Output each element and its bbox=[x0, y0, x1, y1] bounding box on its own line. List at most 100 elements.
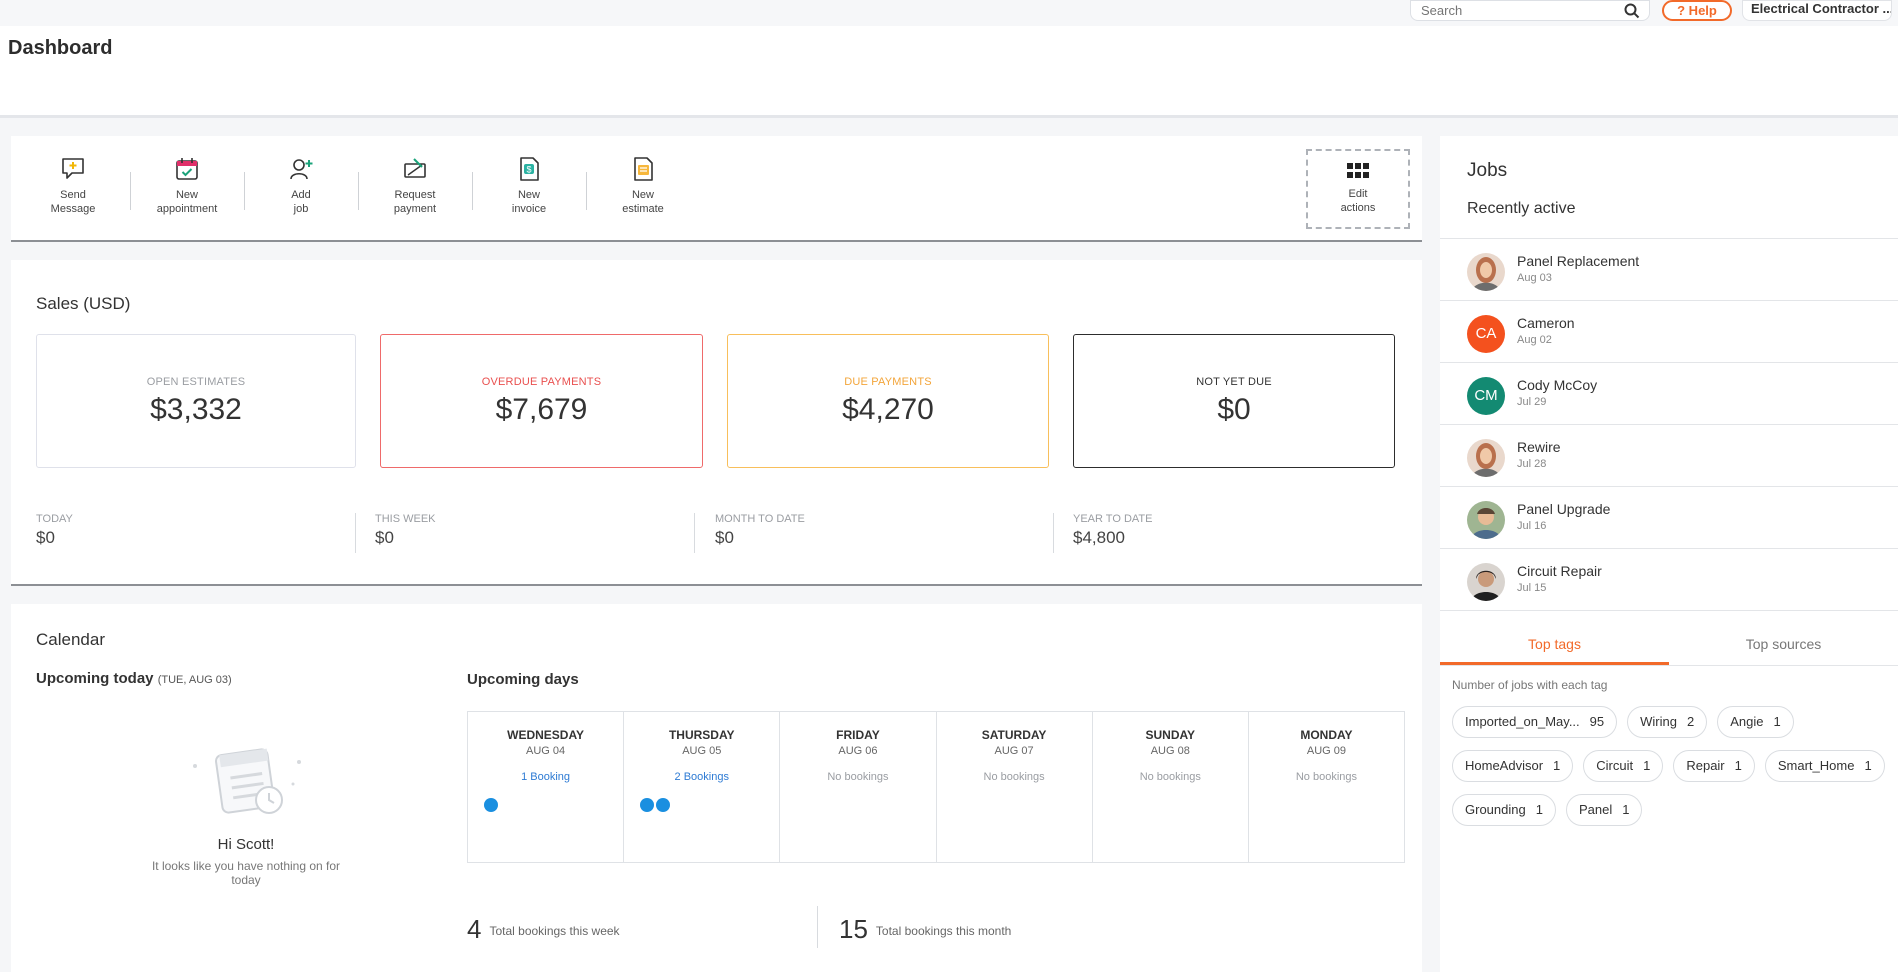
day-name: FRIDAY bbox=[836, 728, 880, 742]
top-bar: Dashboard ? Help Electrical Contractor .… bbox=[0, 0, 1898, 118]
month-total-count: 15 bbox=[839, 914, 868, 944]
message-icon bbox=[62, 158, 84, 179]
recently-active-title: Recently active bbox=[1467, 200, 1576, 217]
tag-chip[interactable]: Imported_on_May... 95 bbox=[1452, 706, 1618, 738]
avatar: CM bbox=[1467, 377, 1505, 415]
send-message-action[interactable]: Send Message bbox=[18, 156, 128, 216]
due-payments-card[interactable]: DUE PAYMENTS $4,270 bbox=[727, 334, 1049, 468]
day-date: AUG 05 bbox=[682, 745, 722, 757]
period-divider bbox=[1053, 513, 1054, 553]
day-column[interactable]: SUNDAY AUG 08 No bookings bbox=[1093, 712, 1249, 862]
person-photo-icon bbox=[1471, 508, 1501, 539]
tag-chip[interactable]: HomeAdvisor 1 bbox=[1452, 750, 1574, 782]
overdue-payments-card[interactable]: OVERDUE PAYMENTS $7,679 bbox=[380, 334, 703, 468]
tag-chip[interactable]: Angie 1 bbox=[1717, 706, 1794, 738]
tag-chip[interactable]: Wiring 2 bbox=[1627, 706, 1708, 738]
person-photo-icon bbox=[1472, 257, 1500, 291]
no-bookings-text: No bookings bbox=[1139, 771, 1201, 783]
new-estimate-action[interactable]: New estimate bbox=[588, 156, 698, 216]
stat-value: $4,270 bbox=[842, 393, 934, 426]
tab-top-sources[interactable]: Top sources bbox=[1669, 624, 1898, 665]
search-icon[interactable] bbox=[1623, 2, 1641, 20]
day-date: AUG 09 bbox=[1306, 745, 1347, 757]
new-invoice-action[interactable]: $ New invoice bbox=[474, 156, 584, 216]
booking-dot[interactable] bbox=[484, 798, 498, 812]
period-divider bbox=[355, 513, 356, 553]
calendar-panel: Calendar Upcoming today (TUE, AUG 03) Hi… bbox=[11, 604, 1422, 972]
sales-panel: Sales (USD) OPEN ESTIMATES $3,332 OVERDU… bbox=[11, 260, 1422, 586]
tag-count: 1 bbox=[1535, 802, 1543, 817]
tags-caption: Number of jobs with each tag bbox=[1452, 678, 1608, 692]
empty-calendar-icon bbox=[193, 748, 301, 814]
upcoming-today-label: Upcoming today bbox=[36, 670, 154, 687]
action-label: New estimate bbox=[622, 189, 664, 215]
tag-chip[interactable]: Panel 1 bbox=[1565, 794, 1643, 826]
today-date: (TUE, AUG 03) bbox=[157, 674, 232, 686]
day-name: SATURDAY bbox=[981, 728, 1047, 742]
job-date: Aug 03 bbox=[1517, 272, 1552, 284]
job-item[interactable]: CM Cody McCoy Jul 29 bbox=[1440, 363, 1898, 425]
tag-chip[interactable]: Grounding 1 bbox=[1452, 794, 1556, 826]
day-column[interactable]: FRIDAY AUG 06 No bookings bbox=[780, 712, 937, 862]
tag-name: Grounding bbox=[1465, 802, 1526, 817]
add-job-action[interactable]: Add job bbox=[246, 156, 356, 216]
bookings-link[interactable]: 2 Bookings bbox=[624, 771, 779, 783]
help-button[interactable]: ? Help bbox=[1662, 0, 1732, 21]
booking-dot[interactable] bbox=[640, 798, 655, 812]
stat-label: OVERDUE PAYMENTS bbox=[481, 376, 602, 388]
day-column[interactable]: WEDNESDAY AUG 04 1 Booking bbox=[468, 712, 625, 862]
day-name: SUNDAY bbox=[1145, 728, 1196, 742]
week-total-count: 4 bbox=[467, 914, 482, 944]
bookings-link[interactable]: 1 Booking bbox=[468, 771, 623, 783]
person-photo-icon bbox=[1472, 443, 1500, 477]
stat-label: NOT YET DUE bbox=[1196, 376, 1272, 388]
job-name: Panel Replacement bbox=[1517, 253, 1640, 269]
open-estimates-card[interactable]: OPEN ESTIMATES $3,332 bbox=[36, 334, 356, 468]
no-bookings-text: No bookings bbox=[1295, 771, 1358, 783]
account-menu-button[interactable]: Electrical Contractor ... bbox=[1742, 0, 1892, 21]
no-bookings-text: No bookings bbox=[983, 771, 1045, 783]
job-item[interactable]: Circuit Repair Jul 15 bbox=[1440, 549, 1898, 611]
tab-top-tags[interactable]: Top tags bbox=[1440, 624, 1669, 665]
new-appointment-action[interactable]: New appointment bbox=[132, 156, 242, 216]
job-item[interactable]: CA Cameron Aug 02 bbox=[1440, 301, 1898, 363]
tag-name: Smart_Home bbox=[1777, 758, 1855, 773]
job-item[interactable]: Panel Replacement Aug 03 bbox=[1440, 239, 1898, 301]
stat-value: $0 bbox=[1217, 393, 1251, 426]
booking-dots bbox=[640, 798, 671, 812]
stat-label: OPEN ESTIMATES bbox=[146, 376, 246, 388]
tag-count: 1 bbox=[1734, 758, 1742, 773]
job-date: Aug 02 bbox=[1517, 334, 1552, 346]
period-label: MONTH TO DATE bbox=[715, 513, 805, 525]
day-date: AUG 06 bbox=[838, 745, 878, 757]
period-label: TODAY bbox=[36, 513, 73, 525]
job-item[interactable]: Rewire Jul 28 bbox=[1440, 425, 1898, 487]
tag-chip[interactable]: Smart_Home 1 bbox=[1764, 750, 1885, 782]
sales-title: Sales (USD) bbox=[36, 294, 131, 313]
empty-message: It looks like you have nothing on for to… bbox=[151, 859, 341, 887]
job-item[interactable]: Panel Upgrade Jul 16 bbox=[1440, 487, 1898, 549]
svg-text:$: $ bbox=[526, 165, 531, 175]
search-box[interactable] bbox=[1410, 0, 1650, 21]
avatar bbox=[1467, 439, 1505, 477]
period-today: TODAY $0 bbox=[26, 513, 73, 553]
booking-dot[interactable] bbox=[656, 798, 671, 812]
tag-name: Repair bbox=[1686, 758, 1725, 773]
period-month-to-date: MONTH TO DATE $0 bbox=[705, 513, 805, 553]
edit-actions-button[interactable]: Edit actions bbox=[1306, 149, 1410, 229]
not-yet-due-card[interactable]: NOT YET DUE $0 bbox=[1073, 334, 1395, 468]
period-label: THIS WEEK bbox=[375, 513, 436, 525]
job-name: Cameron bbox=[1517, 315, 1575, 331]
search-input[interactable] bbox=[1421, 1, 1611, 19]
tag-chip[interactable]: Circuit 1 bbox=[1583, 750, 1664, 782]
tag-chip[interactable]: Repair 1 bbox=[1673, 750, 1755, 782]
action-label: Add job bbox=[291, 189, 311, 215]
page-title: Dashboard bbox=[8, 37, 113, 59]
request-payment-action[interactable]: Request payment bbox=[360, 156, 470, 216]
calendar-icon bbox=[176, 158, 198, 180]
day-column[interactable]: SATURDAY AUG 07 No bookings bbox=[937, 712, 1093, 862]
tag-name: Panel bbox=[1578, 802, 1613, 817]
day-column[interactable]: THURSDAY AUG 05 2 Bookings bbox=[624, 712, 781, 862]
action-divider bbox=[358, 172, 359, 210]
day-column[interactable]: MONDAY AUG 09 No bookings bbox=[1249, 712, 1404, 862]
